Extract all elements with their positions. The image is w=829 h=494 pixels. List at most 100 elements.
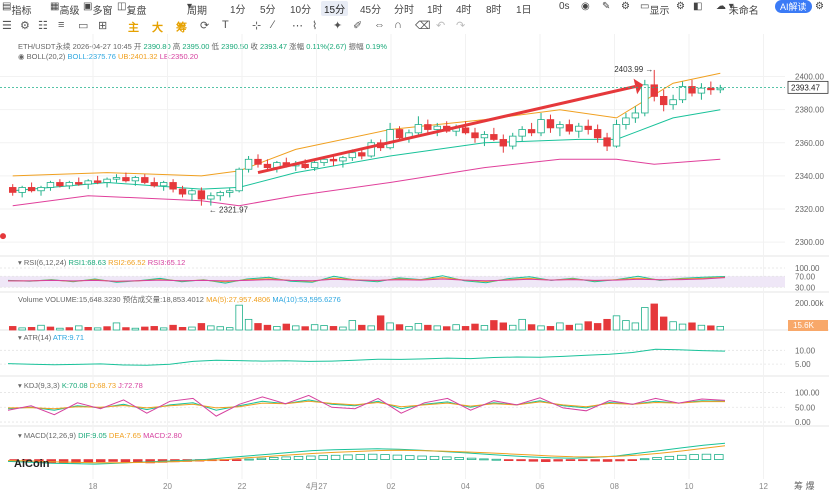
candle-body	[27, 187, 36, 192]
text-tool-icon[interactable]: T	[222, 19, 229, 31]
layout-icon[interactable]: ⊞	[98, 19, 107, 32]
candle-body	[310, 162, 319, 168]
volume-bar	[424, 324, 432, 331]
candle-body	[18, 187, 26, 193]
period-menu[interactable]: 周期 ▾	[187, 1, 207, 17]
undo-icon[interactable]: ↶	[436, 19, 445, 32]
more-icon[interactable]: ⚙	[815, 1, 824, 12]
fib-tool-icon[interactable]: ⋯	[292, 19, 303, 32]
advanced-menu[interactable]: ▦ 高级	[50, 1, 79, 17]
volume-bar	[688, 322, 696, 331]
tf-8h[interactable]: 8时	[486, 1, 502, 16]
atr-axis-label: 5.00	[795, 360, 811, 369]
rectangle-icon[interactable]: ▭	[78, 19, 88, 32]
volume-bar	[631, 322, 640, 331]
candle-body	[414, 124, 423, 134]
volume-bar	[169, 324, 177, 331]
macd-histogram-bar	[701, 453, 712, 461]
volume-bar	[650, 303, 658, 331]
macd-histogram-bar	[615, 459, 625, 462]
refresh-icon[interactable]: ⟳	[200, 19, 209, 32]
tf-4h[interactable]: 4时	[456, 1, 472, 16]
volume-bar	[122, 327, 130, 331]
candle-body	[641, 84, 649, 114]
volume-bar	[461, 326, 470, 331]
tf-timeshare[interactable]: 分时	[394, 1, 414, 16]
volume-bar	[46, 326, 55, 331]
macd-histogram-bar	[318, 455, 328, 461]
split-icon[interactable]: ◧	[693, 1, 702, 12]
macd-histogram-bar	[392, 454, 403, 461]
candle-body	[244, 158, 253, 170]
drawing-toolbar: ☰ ⚙ ☷ ≡ ▭ ⊞ 主 大 筹 ⟳ T ⊹ ∕ ⋯ ⌇ ✦ ✐ ⇔ ∩ ⌫ …	[0, 18, 829, 34]
align-icon[interactable]: ☷	[38, 19, 48, 32]
macd-histogram-bar	[429, 455, 440, 460]
candle-body	[329, 158, 338, 162]
collapse-icon[interactable]: ▾	[18, 381, 22, 390]
macd-histogram-bar	[466, 457, 477, 461]
edit-icon[interactable]: ✎	[602, 1, 610, 12]
tf-1h[interactable]: 1时	[427, 1, 443, 16]
replay-menu[interactable]: ◫ 复盘	[117, 1, 146, 17]
candle-body	[395, 129, 404, 139]
hamburger-icon[interactable]: ☰	[2, 19, 12, 32]
candle-body	[631, 112, 640, 119]
volume-bar	[254, 323, 262, 331]
collapse-icon[interactable]: ▾	[18, 333, 22, 342]
shape-tool-icon[interactable]: ✦	[333, 19, 342, 32]
magnet-icon[interactable]: ∩	[394, 19, 402, 31]
volume-bar	[112, 322, 121, 331]
display-menu[interactable]: ▭ 显示	[640, 1, 669, 17]
candle-body	[216, 192, 224, 197]
candle-body	[254, 158, 262, 165]
candle-body	[433, 125, 441, 130]
candle-body	[603, 137, 611, 147]
measure-icon[interactable]: ⇔	[374, 19, 385, 31]
layout-name-menu[interactable]: ☁ 未命名 ▾	[716, 1, 759, 17]
volume-bar	[18, 327, 26, 331]
countdown-label: 0s	[559, 1, 570, 12]
kdj-axis-label: 50.00	[795, 403, 816, 412]
macd-histogram-bar	[454, 457, 464, 461]
macd-histogram-bar	[516, 459, 526, 462]
ai-analysis-button[interactable]: AI解读	[775, 0, 812, 13]
settings-small-icon[interactable]: ⚙	[20, 19, 30, 32]
list-icon[interactable]: ≡	[58, 19, 64, 31]
corner-buttons[interactable]: 筹 爆	[794, 479, 815, 492]
tf-10m[interactable]: 10分	[290, 1, 311, 16]
redo-icon[interactable]: ↷	[456, 19, 465, 32]
macd-histogram-bar	[578, 459, 588, 462]
volume-bar	[37, 324, 45, 331]
trash-icon[interactable]: ⌫	[415, 19, 431, 32]
volume-bar	[471, 323, 479, 331]
chip-button[interactable]: 筹	[176, 19, 187, 35]
tf-5m[interactable]: 5分	[260, 1, 276, 16]
big-order-button[interactable]: 大	[152, 19, 163, 35]
tf-15m[interactable]: 15分	[321, 1, 349, 16]
macd-histogram-bar	[231, 459, 242, 462]
crosshair-icon[interactable]: ⊹	[252, 19, 261, 32]
main-chart-button[interactable]: 主	[128, 19, 139, 35]
tf-45m[interactable]: 45分	[360, 1, 381, 16]
pattern-tool-icon[interactable]: ⌇	[312, 19, 317, 32]
alert-dot	[0, 233, 6, 240]
gear-icon[interactable]: ⚙	[676, 1, 685, 12]
low-price-label: ← 2321.97	[209, 206, 249, 215]
multi-window-menu[interactable]: ▣ 多窗	[83, 1, 112, 17]
candle-body	[461, 127, 470, 134]
volume-bar	[697, 324, 706, 331]
line-tool-icon[interactable]: ∕	[272, 19, 274, 31]
tf-1m[interactable]: 1分	[230, 1, 246, 16]
pen-tool-icon[interactable]: ✐	[353, 19, 362, 32]
indicator-menu[interactable]: ▤ 指标	[2, 1, 31, 17]
camera-icon[interactable]: ◉	[581, 1, 590, 12]
collapse-icon[interactable]: ▾	[18, 431, 22, 440]
kdj-legend: ▾ KDJ(9,3,3) K:70.08 D:68.73 J:72.78	[18, 381, 143, 390]
volume-bar	[527, 324, 536, 331]
tf-1d[interactable]: 1日	[516, 1, 532, 16]
volume-bar	[584, 321, 592, 331]
candle-body	[131, 177, 140, 182]
settings-icon[interactable]: ⚙	[621, 1, 630, 12]
collapse-icon[interactable]: ▾	[18, 258, 22, 267]
aicoin-logo: AiCoin	[14, 458, 50, 470]
